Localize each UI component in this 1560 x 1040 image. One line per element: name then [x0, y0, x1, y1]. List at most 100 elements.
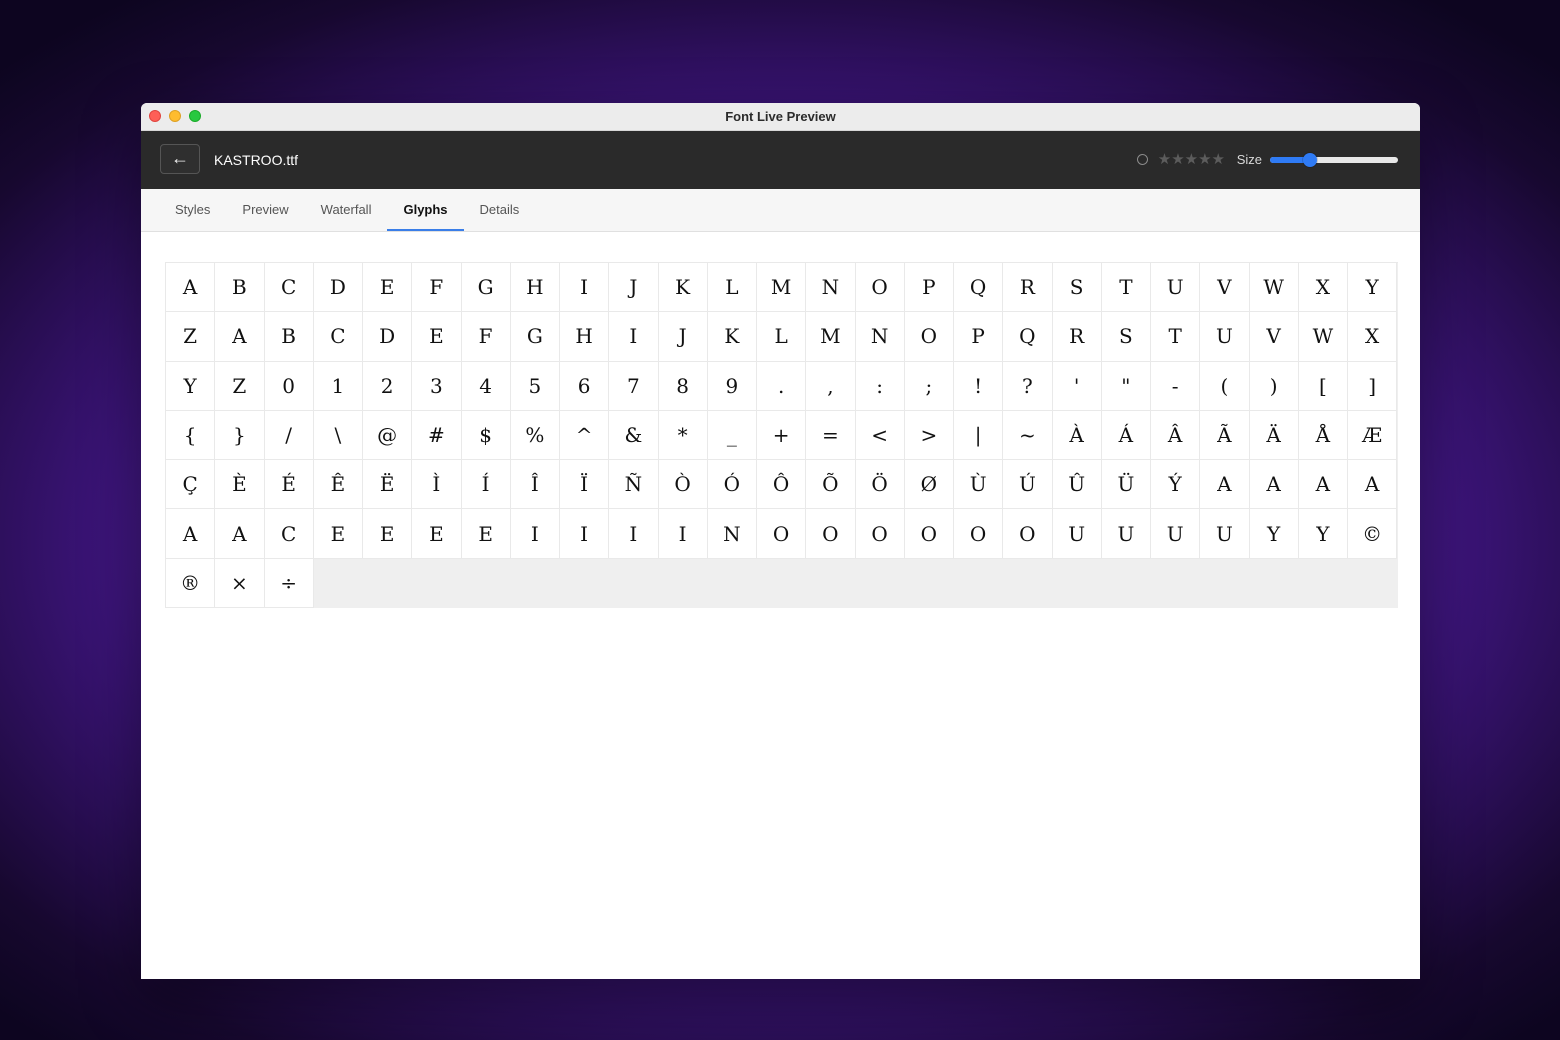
glyph-cell[interactable]: Ë	[363, 460, 413, 510]
glyph-cell[interactable]: N	[707, 509, 757, 559]
glyph-cell[interactable]: $	[461, 410, 511, 461]
glyph-cell[interactable]: E	[412, 312, 462, 362]
glyph-cell[interactable]: Ñ	[609, 460, 659, 510]
glyph-cell[interactable]: E	[363, 263, 413, 313]
glyph-cell[interactable]: K	[707, 312, 757, 362]
glyph-cell[interactable]: É	[264, 460, 314, 510]
glyph-cell[interactable]: Ý	[1151, 460, 1201, 510]
glyph-cell[interactable]: ~	[1003, 410, 1053, 461]
glyph-cell[interactable]: Ü	[1101, 460, 1151, 510]
glyph-cell[interactable]: *	[658, 410, 708, 461]
glyph-cell[interactable]: )	[1249, 361, 1299, 411]
glyph-cell[interactable]: U	[1151, 509, 1201, 559]
glyph-cell[interactable]: 5	[510, 361, 560, 411]
glyph-cell[interactable]: }	[215, 410, 265, 461]
glyph-cell[interactable]: U	[1151, 263, 1201, 313]
glyph-cell[interactable]: Ï	[560, 460, 610, 510]
glyph-cell[interactable]: ÷	[264, 558, 314, 609]
glyph-cell[interactable]: ©	[1348, 509, 1398, 559]
glyph-cell[interactable]: 3	[412, 361, 462, 411]
glyph-cell[interactable]: I	[560, 509, 610, 559]
glyph-cell[interactable]: T	[1151, 312, 1201, 362]
glyph-cell[interactable]: -	[1151, 361, 1201, 411]
glyph-cell[interactable]: H	[510, 263, 560, 313]
glyph-cell[interactable]: I	[510, 509, 560, 559]
glyph-cell[interactable]: I	[560, 263, 610, 313]
glyph-cell[interactable]: Ì	[412, 460, 462, 510]
glyph-cell[interactable]: Z	[215, 361, 265, 411]
glyph-cell[interactable]: Y	[1298, 509, 1348, 559]
tab-preview[interactable]: Preview	[226, 189, 304, 231]
glyph-cell[interactable]: Y	[1249, 509, 1299, 559]
glyph-cell[interactable]: L	[757, 312, 807, 362]
glyph-cell[interactable]: ^	[560, 410, 610, 461]
glyph-cell[interactable]: #	[412, 410, 462, 461]
glyph-cell[interactable]: [	[1298, 361, 1348, 411]
glyph-cell[interactable]: =	[806, 410, 856, 461]
glyph-cell[interactable]: X	[1348, 312, 1398, 362]
glyph-cell[interactable]: K	[658, 263, 708, 313]
glyph-cell[interactable]: E	[313, 509, 363, 559]
glyph-cell[interactable]: A	[1348, 460, 1398, 510]
glyph-cell[interactable]: U	[1101, 509, 1151, 559]
glyph-cell[interactable]: +	[757, 410, 807, 461]
glyph-cell[interactable]: ×	[215, 558, 265, 609]
glyph-cell[interactable]: J	[609, 263, 659, 313]
glyph-cell[interactable]: F	[461, 312, 511, 362]
glyph-cell[interactable]: Â	[1151, 410, 1201, 461]
glyph-cell[interactable]: A	[1249, 460, 1299, 510]
glyph-cell[interactable]: M	[806, 312, 856, 362]
glyph-cell[interactable]: Ô	[757, 460, 807, 510]
back-button[interactable]: ←	[160, 144, 200, 174]
glyph-cell[interactable]: O	[806, 509, 856, 559]
glyph-cell[interactable]: W	[1298, 312, 1348, 362]
glyph-cell[interactable]: .	[757, 361, 807, 411]
glyph-cell[interactable]: '	[1052, 361, 1102, 411]
glyph-cell[interactable]: 4	[461, 361, 511, 411]
glyph-cell[interactable]: B	[215, 263, 265, 313]
glyph-cell[interactable]: Q	[954, 263, 1004, 313]
glyph-cell[interactable]: H	[560, 312, 610, 362]
glyph-cell[interactable]: Ø	[904, 460, 954, 510]
glyph-cell[interactable]: W	[1249, 263, 1299, 313]
glyph-cell[interactable]: A	[1200, 460, 1250, 510]
glyph-cell[interactable]: O	[1003, 509, 1053, 559]
glyph-cell[interactable]: O	[855, 263, 905, 313]
glyph-cell[interactable]: E	[363, 509, 413, 559]
glyph-cell[interactable]: %	[510, 410, 560, 461]
glyph-cell[interactable]: ?	[1003, 361, 1053, 411]
glyph-cell[interactable]: ,	[806, 361, 856, 411]
glyph-cell[interactable]: X	[1298, 263, 1348, 313]
glyph-cell[interactable]: Y	[166, 361, 216, 411]
glyph-cell[interactable]: R	[1003, 263, 1053, 313]
glyph-cell[interactable]: &	[609, 410, 659, 461]
glyph-cell[interactable]: 0	[264, 361, 314, 411]
glyph-cell[interactable]: U	[1200, 509, 1250, 559]
glyph-cell[interactable]: À	[1052, 410, 1102, 461]
glyph-cell[interactable]: N	[855, 312, 905, 362]
glyph-cell[interactable]: !	[954, 361, 1004, 411]
glyph-cell[interactable]: Ç	[166, 460, 216, 510]
glyph-cell[interactable]: U	[1200, 312, 1250, 362]
glyph-cell[interactable]: G	[510, 312, 560, 362]
glyph-cell[interactable]: 2	[363, 361, 413, 411]
glyph-cell[interactable]: 1	[313, 361, 363, 411]
glyph-cell[interactable]: A	[166, 509, 216, 559]
glyph-cell[interactable]: _	[707, 410, 757, 461]
glyph-cell[interactable]: Û	[1052, 460, 1102, 510]
glyph-cell[interactable]: 9	[707, 361, 757, 411]
glyph-cell[interactable]: A	[215, 312, 265, 362]
glyph-cell[interactable]: D	[363, 312, 413, 362]
glyph-cell[interactable]: E	[412, 509, 462, 559]
glyph-cell[interactable]: E	[461, 509, 511, 559]
glyph-cell[interactable]: (	[1200, 361, 1250, 411]
glyph-cell[interactable]: A	[1298, 460, 1348, 510]
glyph-cell[interactable]: Ö	[855, 460, 905, 510]
glyph-cell[interactable]: O	[855, 509, 905, 559]
glyph-cell[interactable]: J	[658, 312, 708, 362]
tab-details[interactable]: Details	[464, 189, 536, 231]
glyph-cell[interactable]: I	[609, 509, 659, 559]
glyph-cell[interactable]: Q	[1003, 312, 1053, 362]
glyph-cell[interactable]: Í	[461, 460, 511, 510]
glyph-cell[interactable]: Ä	[1249, 410, 1299, 461]
